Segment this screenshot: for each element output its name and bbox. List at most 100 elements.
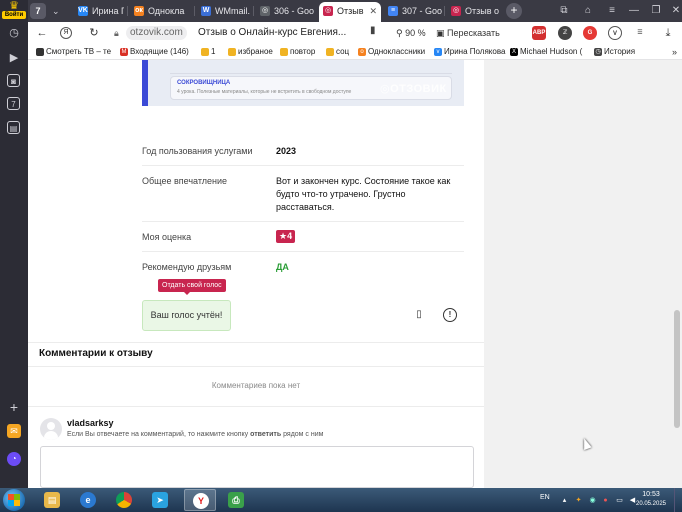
start-button[interactable]	[3, 489, 25, 511]
bookmark-review-icon[interactable]: ▯	[412, 308, 426, 322]
close-tab-icon[interactable]: ✕	[369, 2, 377, 20]
tray-app-icon[interactable]: ✦	[574, 496, 583, 505]
otzovik-icon: ◎	[451, 6, 461, 16]
vote-tooltip: Отдать свой голос	[158, 279, 226, 295]
wmmail-icon: W	[201, 6, 211, 16]
new-tab-button[interactable]: +	[506, 3, 522, 19]
app-icon: ⎙	[228, 492, 244, 508]
recommend-row: Рекомендую друзьям ДА	[142, 252, 464, 282]
tab-otzovik-active[interactable]: ◎ Отзыв ✕	[319, 2, 381, 22]
history-icon[interactable]: ◷	[6, 25, 22, 41]
lock-icon[interactable]: 🔒︎	[114, 24, 119, 42]
tab-counter[interactable]: 7	[30, 3, 46, 19]
bookmark-inbox[interactable]: M Входящие (146)	[120, 45, 189, 59]
retell-button[interactable]: ▣ Пересказать	[436, 25, 500, 41]
alice-icon[interactable]: ◔	[7, 452, 21, 466]
close-window-icon[interactable]: ✕	[668, 3, 682, 19]
bookmark-folder-1[interactable]: 1	[201, 45, 215, 59]
extension-z-icon[interactable]: ℤ	[558, 26, 572, 40]
tab-label: Отзыв о	[465, 6, 500, 16]
tray-antivirus-icon[interactable]: ●	[601, 496, 610, 505]
reload-button[interactable]: ↻	[86, 25, 102, 41]
tab-google-307[interactable]: ≡ 307 - Goo	[384, 2, 442, 20]
review-content: СОКРОВИЩНИЦА 4 урока. Полезные материалы…	[28, 60, 484, 488]
tray-arrow-icon[interactable]: ▴	[560, 496, 569, 505]
bookmark-x[interactable]: X Michael Hudson (	[510, 45, 582, 59]
clock-time[interactable]: 10:53	[636, 491, 666, 498]
menu-icon[interactable]: ≡	[604, 3, 620, 19]
back-button[interactable]: ←	[34, 25, 50, 41]
vpn-icon[interactable]: V	[608, 26, 622, 40]
ext-label: V	[612, 31, 617, 37]
more-bookmarks-icon[interactable]: »	[672, 45, 677, 59]
bookmark-label: Входящие (146)	[130, 47, 189, 56]
retell-label: Пересказать	[447, 28, 500, 38]
image-card-title: СОКРОВИЩНИЦА	[177, 80, 231, 86]
app-taskbar-button[interactable]: ⎙	[220, 489, 252, 511]
bookmark-label: Одноклассники	[368, 47, 426, 56]
bookmark-vk[interactable]: v Ирина Полякова	[434, 45, 505, 59]
tab-label: 307 - Goo	[402, 6, 442, 16]
bookmark-history[interactable]: ◷ История	[594, 45, 635, 59]
vote-counted-box[interactable]: Ваш голос учтён!	[142, 300, 231, 331]
tab-7-icon[interactable]: 7	[7, 97, 20, 110]
bookmark-folder-favorites[interactable]: избраное	[228, 45, 273, 59]
yandex-icon[interactable]: Я	[60, 27, 72, 39]
chrome-icon	[116, 492, 132, 508]
login-label: Войти	[2, 11, 26, 19]
tab-otzovik-2[interactable]: ◎ Отзыв о	[447, 2, 501, 20]
chrome-taskbar-button[interactable]	[108, 489, 140, 511]
bookmark-icon[interactable]: ▮	[370, 25, 376, 36]
review-image[interactable]: СОКРОВИЩНИЦА 4 урока. Полезные материалы…	[142, 60, 464, 106]
mail-icon[interactable]: ✉	[7, 424, 21, 438]
menu-icon[interactable]: ☰	[633, 26, 647, 40]
login-button[interactable]: ♛ Войти	[2, 1, 26, 21]
report-icon[interactable]: !	[443, 308, 457, 322]
ie-taskbar-button[interactable]: e	[72, 489, 104, 511]
explorer-taskbar-button[interactable]: ▤	[36, 489, 68, 511]
collections-icon[interactable]: ▤	[7, 121, 20, 134]
page-scrollbar[interactable]	[672, 60, 682, 488]
bookmark-label: 1	[211, 47, 216, 56]
comment-input[interactable]	[40, 446, 474, 488]
ok-icon: о	[358, 48, 366, 56]
bookmark-folder-social[interactable]: соц	[326, 45, 349, 59]
tray-network-icon[interactable]: ◉	[588, 496, 597, 505]
tab-vk[interactable]: VK Ирина П	[74, 2, 124, 20]
minimize-icon[interactable]: —	[626, 3, 642, 19]
language-indicator[interactable]: EN	[540, 494, 550, 501]
url-field[interactable]: 🔒︎ otzovik.com Отзыв о Онлайн-курс Евген…	[110, 24, 390, 42]
show-desktop-button[interactable]	[674, 488, 682, 512]
scrollbar-thumb[interactable]	[674, 310, 680, 428]
adblock-icon[interactable]: ABP	[532, 26, 546, 40]
impression-row: Общее впечатление Вот и закончен курс. С…	[142, 166, 464, 222]
tab-separator	[194, 6, 195, 16]
extension-g-icon[interactable]: G	[583, 26, 597, 40]
gallery-icon[interactable]: ◙	[7, 74, 20, 87]
bookmark-label: соц	[336, 47, 350, 56]
bookmark-tv[interactable]: Смотреть ТВ – те	[36, 45, 111, 59]
history-icon: ◷	[594, 48, 602, 56]
tray-monitor-icon[interactable]: ▭	[615, 496, 624, 505]
zoom-indicator[interactable]: ⚲ 90 %	[396, 25, 426, 41]
bookmark-collection-icon[interactable]: ⌂	[580, 3, 596, 19]
bookmark-odnoklassniki[interactable]: о Одноклассники	[358, 45, 425, 59]
bookmark-label: избраное	[238, 47, 273, 56]
ext-label: ℤ	[562, 30, 568, 36]
tab-odnoklassniki[interactable]: ок Однокла	[130, 2, 192, 20]
add-icon[interactable]: +	[6, 399, 22, 415]
rating-value: ★4	[276, 230, 462, 243]
usage-year-label: Год пользования услугами	[142, 146, 253, 156]
telegram-taskbar-button[interactable]: ➤	[144, 489, 176, 511]
download-icon[interactable]: ⤓	[660, 25, 676, 41]
restore-icon[interactable]: ❐	[648, 3, 664, 19]
tab-wmmail[interactable]: W WMmail.	[197, 2, 251, 20]
bookmark-folder-repeat[interactable]: повтор	[280, 45, 315, 59]
chevron-down-icon[interactable]: ⌄	[52, 3, 60, 19]
tab-google-306[interactable]: ◎ 306 - Goo	[256, 2, 318, 20]
tabs-menu-icon[interactable]: ⧉	[556, 3, 572, 19]
clock-date[interactable]: 20.05.2025	[632, 501, 670, 507]
yandex-taskbar-button[interactable]: Y	[184, 489, 216, 511]
play-icon[interactable]: ▶	[6, 50, 22, 66]
tv-icon	[36, 48, 44, 56]
